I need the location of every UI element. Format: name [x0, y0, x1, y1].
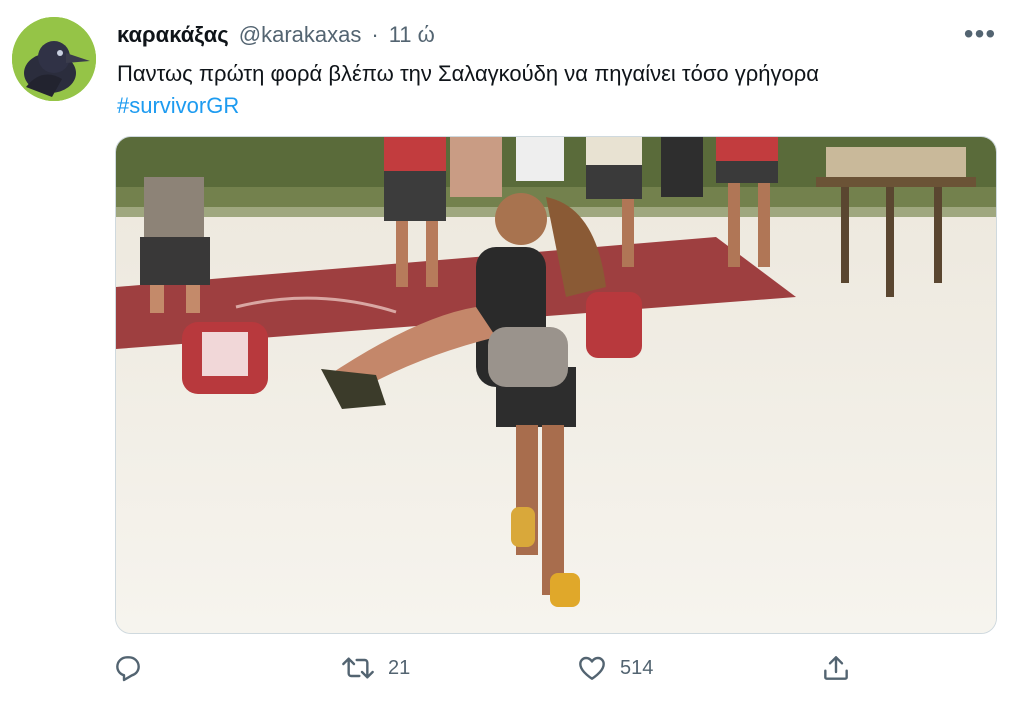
user-avatar[interactable]: [12, 17, 96, 101]
like-count: 514: [620, 656, 654, 679]
retweet-button[interactable]: 21: [340, 648, 410, 688]
more-options-button[interactable]: •••: [958, 17, 1002, 51]
crow-avatar-icon: [12, 17, 96, 101]
retweet-icon: [342, 657, 374, 679]
tweet-text: Παντως πρώτη φορά βλέπω την Σαλαγκούδη ν…: [117, 58, 997, 122]
heart-icon: [579, 656, 605, 680]
tweet-media[interactable]: [115, 136, 997, 634]
tweet-header: καρακάξας @karakaxas · 11 ώ: [117, 20, 435, 50]
retweet-count: 21: [388, 656, 411, 679]
like-button[interactable]: 514: [576, 648, 653, 688]
user-handle[interactable]: @karakaxas: [239, 22, 362, 48]
separator-dot: ·: [371, 22, 379, 47]
share-button[interactable]: [820, 648, 852, 688]
reply-icon: [116, 656, 140, 682]
share-icon: [824, 656, 848, 680]
tweet-body: Παντως πρώτη φορά βλέπω την Σαλαγκούδη ν…: [117, 61, 820, 86]
tweet-time[interactable]: 11 ώ: [389, 22, 435, 48]
hashtag-link[interactable]: #survivorGR: [117, 90, 997, 122]
beach-photo: [116, 137, 996, 633]
reply-button[interactable]: [112, 648, 156, 688]
tweet-actions: 21 514: [112, 648, 872, 688]
display-name[interactable]: καρακάξας: [117, 22, 229, 48]
more-horizontal-icon: •••: [963, 18, 997, 49]
